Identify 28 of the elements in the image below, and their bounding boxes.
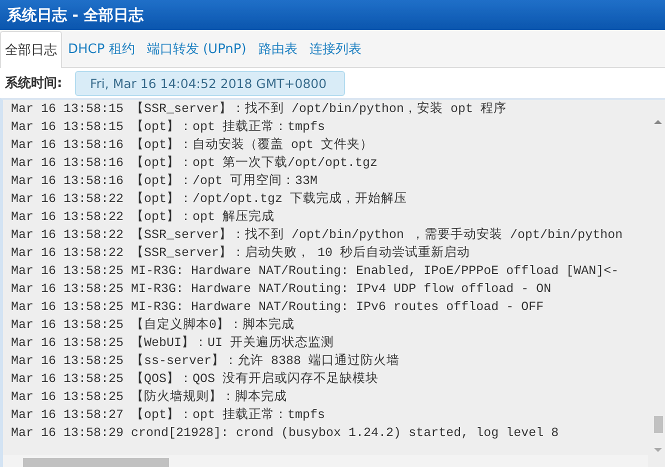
log-line: Mar 16 13:58:22 【opt】：/opt/opt.tgz 下载完成，开始解压 bbox=[11, 190, 408, 208]
log-line: Mar 16 13:58:27 【opt】：opt 挂载正常：tmpfs bbox=[11, 406, 326, 424]
tab[interactable]: 连接列表 bbox=[303, 31, 368, 67]
log-line: Mar 16 13:58:15 【opt】：opt 挂载正常：tmpfs bbox=[11, 118, 326, 136]
log-line: Mar 16 13:58:25 MI-R3G: Hardware NAT/Routing: IPv4 UDP flow offload - ON bbox=[11, 281, 552, 298]
log-line: Mar 16 13:58:25 MI-R3G: Hardware NAT/Routing: Enabled, IPoE/PPPoE offload [WAN]<- bbox=[11, 263, 620, 280]
system-time-label: 系统时间: bbox=[5, 74, 64, 92]
window-title: 系统日志 - 全部日志 bbox=[7, 6, 144, 24]
tab[interactable]: 路由表 bbox=[252, 31, 304, 67]
log-line: Mar 16 13:58:22 【SSR_server】：找不到 /opt/bin/python ，需要手动安装 /opt/bin/python bbox=[11, 226, 624, 244]
log-line: Mar 16 13:58:29 crond[21928]: crond (busybox 1.24.2) started, log level 8 bbox=[11, 425, 560, 442]
log-line: Mar 16 13:58:16 【opt】：自动安装（覆盖 opt 文件夹） bbox=[11, 136, 374, 154]
system-time-field: Fri, Mar 16 14:04:52 2018 GMT+0800 bbox=[75, 70, 345, 96]
log-line: Mar 16 13:58:25 【自定义脚本0】：脚本完成 bbox=[11, 316, 296, 334]
log-line: Mar 16 13:58:15 【SSR_server】：找不到 /opt/bin/python，安装 opt 程序 bbox=[11, 100, 508, 118]
log-line: Mar 16 13:58:16 【opt】：/opt 可用空间：33M bbox=[11, 172, 319, 190]
log-line: Mar 16 13:58:25 MI-R3G: Hardware NAT/Routing: IPv6 routes offload - OFF bbox=[11, 299, 545, 316]
log-line: Mar 16 13:58:22 【opt】：opt 解压完成 bbox=[11, 208, 276, 226]
tab[interactable]: 全部日志 bbox=[0, 31, 62, 68]
log-line: Mar 16 13:58:25 【防火墙规则】：脚本完成 bbox=[11, 388, 288, 406]
horizontal-scrollbar[interactable] bbox=[3, 455, 648, 467]
log-line: Mar 16 13:58:25 【ss-server】：允许 8388 端口通过防火墙 bbox=[11, 352, 401, 370]
log-line: Mar 16 13:58:25 【WebUI】：UI 开关遍历状态监测 bbox=[11, 334, 336, 352]
log-line: Mar 16 13:58:16 【opt】：opt 第一次下载/opt/opt.tgz bbox=[11, 154, 379, 172]
tab[interactable]: DHCP 租约 bbox=[62, 31, 141, 67]
log-line: Mar 16 13:58:22 【SSR_server】：启动失败， 10 秒后自动尝试重新启动 bbox=[11, 244, 472, 262]
log-line: Mar 16 13:58:25 【QOS】：QOS 没有开启或闪存不足缺模块 bbox=[11, 370, 380, 388]
tab[interactable]: 端口转发 (UPnP) bbox=[140, 31, 252, 67]
